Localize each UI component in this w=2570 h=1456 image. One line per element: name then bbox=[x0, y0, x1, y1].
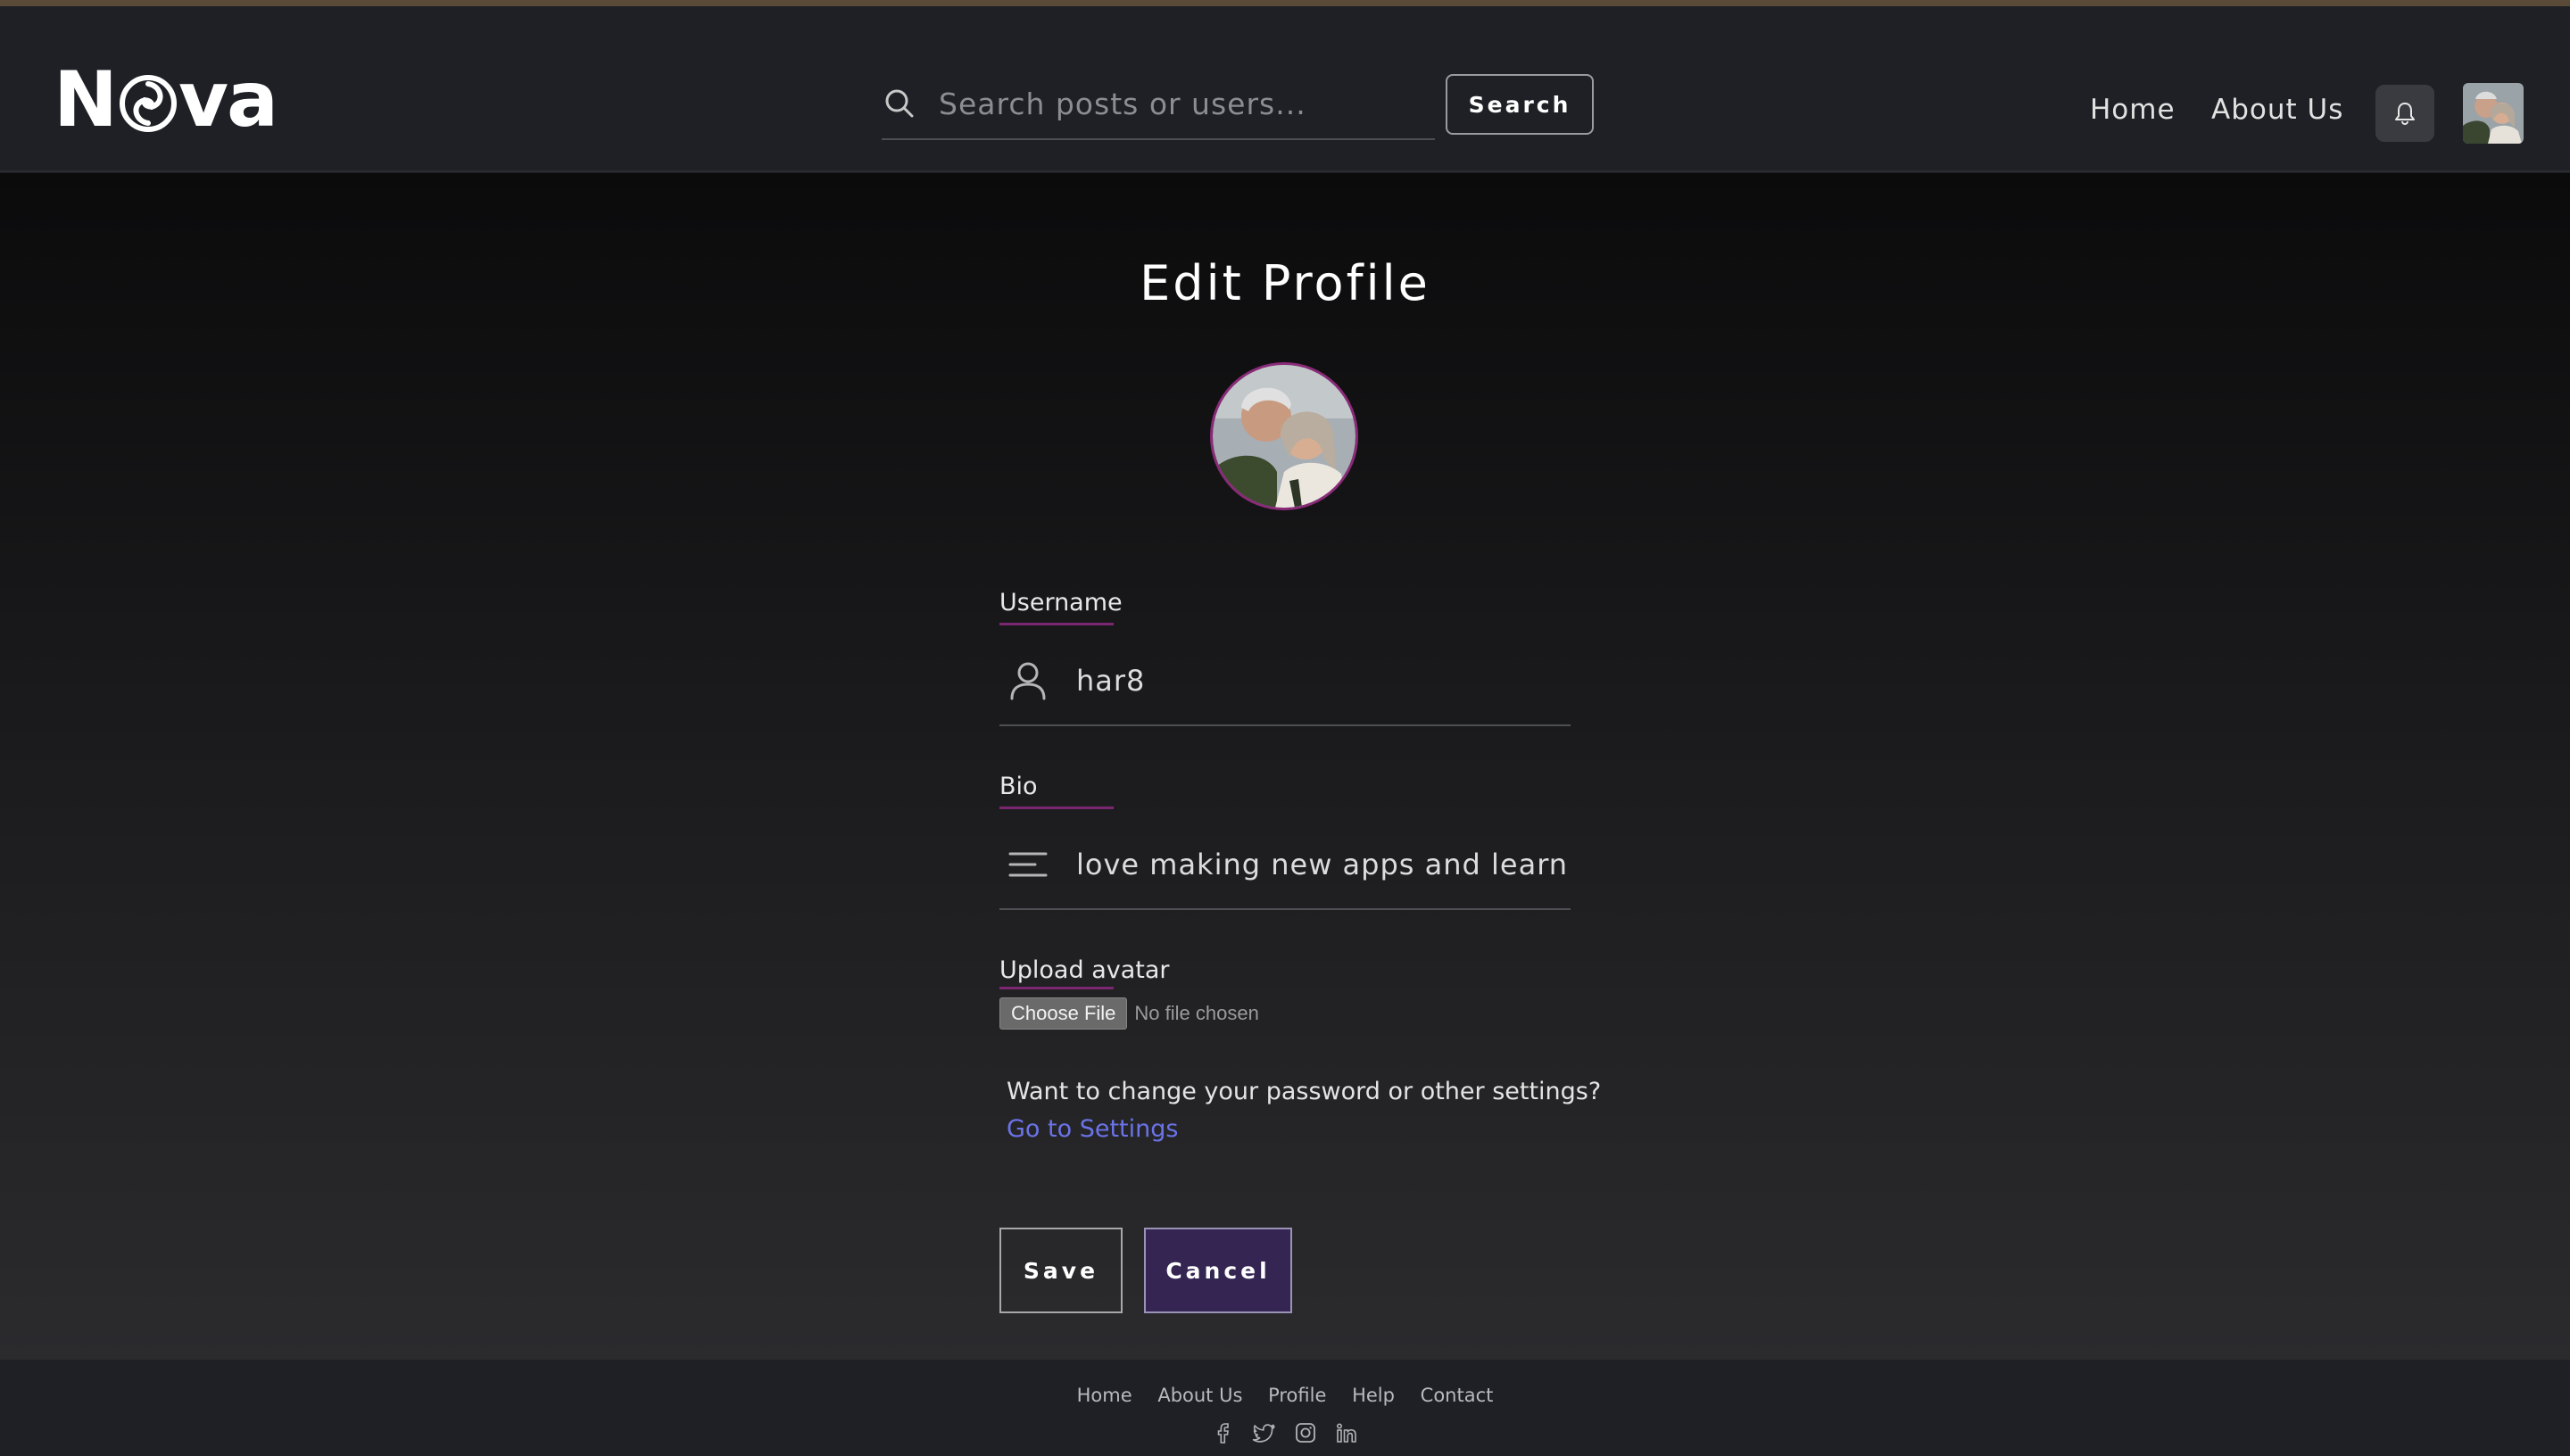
footer-link-help[interactable]: Help bbox=[1352, 1385, 1395, 1406]
upload-avatar-label: Upload avatar bbox=[999, 956, 1170, 984]
username-label: Username bbox=[999, 589, 1123, 616]
footer-link-profile[interactable]: Profile bbox=[1268, 1385, 1326, 1406]
avatar-file-input: Choose File No file chosen bbox=[999, 997, 1259, 1030]
bio-field bbox=[999, 821, 1571, 910]
bio-input[interactable] bbox=[1076, 848, 1567, 881]
page-footer: Home About Us Profile Help Contact bbox=[0, 1360, 2570, 1456]
username-field bbox=[999, 637, 1571, 726]
top-accent-strip bbox=[0, 0, 2570, 6]
bio-label-underline bbox=[999, 807, 1114, 809]
username-input[interactable] bbox=[1076, 664, 1567, 698]
swirl-icon bbox=[119, 75, 177, 132]
nav-home-link[interactable]: Home bbox=[2090, 94, 2176, 126]
user-icon bbox=[1010, 662, 1046, 700]
search-bar bbox=[882, 69, 1435, 140]
save-button[interactable]: Save bbox=[999, 1228, 1123, 1313]
user-avatar-menu[interactable] bbox=[2463, 83, 2524, 144]
cancel-button[interactable]: Cancel bbox=[1144, 1228, 1292, 1313]
bell-icon bbox=[2395, 103, 2415, 126]
top-navbar: N va Search Home About Us bbox=[0, 6, 2570, 172]
nav-about-us-link[interactable]: About Us bbox=[2211, 94, 2343, 126]
profile-avatar bbox=[1210, 362, 1358, 510]
file-status-text: No file chosen bbox=[1134, 1002, 1259, 1024]
twitter-icon[interactable] bbox=[1252, 1420, 1277, 1445]
social-links bbox=[0, 1420, 2570, 1445]
footer-links: Home About Us Profile Help Contact bbox=[0, 1385, 2570, 1406]
linkedin-icon[interactable] bbox=[1334, 1420, 1359, 1445]
profile-avatar-photo bbox=[1213, 365, 1355, 508]
go-to-settings-link[interactable]: Go to Settings bbox=[1007, 1115, 1178, 1143]
instagram-icon[interactable] bbox=[1293, 1420, 1318, 1445]
settings-prompt: Want to change your password or other se… bbox=[1007, 1078, 1602, 1105]
footer-link-contact[interactable]: Contact bbox=[1421, 1385, 1494, 1406]
logo-wordmark: N va bbox=[54, 55, 278, 145]
page-title: Edit Profile bbox=[1140, 255, 1430, 311]
search-input[interactable] bbox=[939, 86, 1421, 121]
bio-label: Bio bbox=[999, 773, 1038, 800]
footer-link-about-us[interactable]: About Us bbox=[1157, 1385, 1242, 1406]
edit-profile-section: Edit Profile Username Bio Up bbox=[0, 173, 2570, 1360]
avatar-photo bbox=[2463, 83, 2524, 144]
text-lines-icon bbox=[1008, 852, 1048, 877]
search-button[interactable]: Search bbox=[1446, 74, 1594, 135]
upload-label-underline bbox=[999, 987, 1114, 989]
choose-file-button[interactable]: Choose File bbox=[999, 997, 1128, 1030]
facebook-icon[interactable] bbox=[1211, 1420, 1236, 1445]
username-label-underline bbox=[999, 623, 1114, 625]
nova-logo[interactable]: N va bbox=[54, 55, 278, 145]
search-icon bbox=[885, 89, 914, 118]
footer-link-home[interactable]: Home bbox=[1077, 1385, 1132, 1406]
notifications-button[interactable] bbox=[2375, 85, 2434, 142]
